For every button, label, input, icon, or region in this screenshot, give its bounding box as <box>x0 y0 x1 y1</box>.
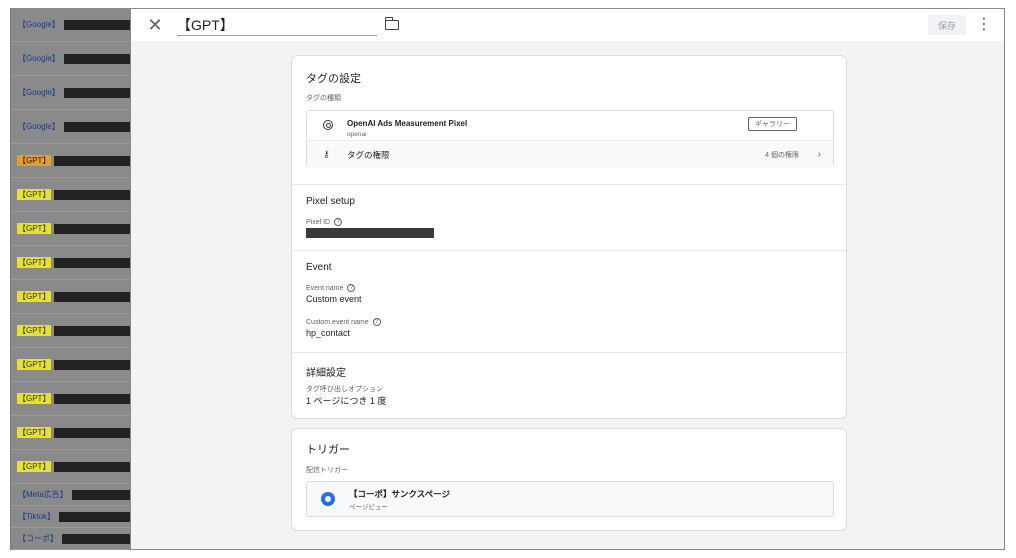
background-list-tag: 【コーポ】 <box>18 534 58 543</box>
tag-permissions-label: タグの権限 <box>347 149 390 160</box>
background-list-item: 【コーポ】 <box>11 528 130 550</box>
advanced-settings-title[interactable]: 詳細設定 <box>306 364 346 379</box>
background-list-tag: 【Google】 <box>18 88 60 97</box>
redacted-bar <box>71 489 130 500</box>
background-list-tag: 【GPT】 <box>17 291 52 302</box>
pixel-setup-title: Pixel setup <box>306 196 355 207</box>
custom-event-name-label: Custom event name? <box>306 318 381 326</box>
redacted-bar <box>54 223 130 234</box>
background-list-item: 【Google】 <box>11 8 130 42</box>
background-list-tag: 【GPT】 <box>17 427 52 438</box>
background-list-item: 【GPT】 <box>11 246 130 280</box>
background-list-item: 【GPT】 <box>11 416 130 450</box>
event-name-value[interactable]: Custom event <box>306 294 362 304</box>
tag-type-vendor: openai <box>347 130 367 138</box>
tag-type-label: タグの種類 <box>306 95 341 102</box>
background-list-item: 【GPT】 <box>11 280 130 314</box>
background-list-tag: 【GPT】 <box>17 359 52 370</box>
more-vert-icon[interactable]: ⋮ <box>976 17 992 33</box>
tag-permissions-count: 4 個の権限 <box>765 151 799 159</box>
tag-title[interactable]: 【GPT】 <box>177 15 234 35</box>
pixel-id-redacted[interactable] <box>306 228 434 238</box>
help-icon[interactable]: ? <box>372 318 381 326</box>
key-icon: ⚷ <box>323 149 330 159</box>
background-list-item: 【Google】 <box>11 76 130 110</box>
background-list-tag: 【GPT】 <box>17 189 52 200</box>
tag-type-row[interactable]: OpenAI Ads Measurement Pixel openai ギャラリ… <box>307 111 833 139</box>
event-title: Event <box>306 262 332 273</box>
background-list-item: 【GPT】 <box>11 450 130 484</box>
redacted-bar <box>54 291 130 302</box>
background-list-tag: 【GPT】 <box>17 325 52 336</box>
redacted-bar <box>59 511 130 522</box>
redacted-bar <box>54 393 130 404</box>
redacted-bar <box>54 359 130 370</box>
firing-option-label: タグ呼び出しオプション <box>306 386 383 393</box>
redacted-bar <box>54 257 130 268</box>
save-button[interactable]: 保存 <box>928 15 966 35</box>
openai-icon <box>323 120 333 130</box>
gallery-button[interactable]: ギャラリー <box>748 117 797 131</box>
background-list-tag: 【Tiktok】 <box>18 512 56 521</box>
custom-event-name-value[interactable]: hp_contact <box>306 328 350 338</box>
redacted-bar <box>63 53 130 64</box>
help-icon[interactable]: ? <box>347 284 356 292</box>
background-list-item: 【GPT】 <box>11 144 130 178</box>
close-icon[interactable]: ✕ <box>141 11 169 39</box>
divider <box>292 352 846 353</box>
background-list-tag: 【GPT】 <box>17 155 52 166</box>
background-list-tag: 【GPT】 <box>17 257 52 268</box>
background-list-item: 【GPT】 <box>11 348 130 382</box>
background-list-tag: 【Meta広告】 <box>18 490 68 499</box>
background-list-item: 【Meta広告】 <box>11 484 130 506</box>
background-list-tag: 【GPT】 <box>17 223 52 234</box>
background-list-item: 【GPT】 <box>11 314 130 348</box>
background-list-tag: 【GPT】 <box>17 393 52 404</box>
background-tag-list: 【Google】 【Google】 【Google】 【Google】 【GPT】【GP… <box>10 8 130 550</box>
redacted-bar <box>54 461 130 472</box>
folder-icon[interactable] <box>384 17 399 30</box>
tag-configuration-card[interactable]: タグの設定 タグの種類 OpenAI Ads Measurement Pixel… <box>291 55 847 419</box>
background-list-item: 【GPT】 <box>11 178 130 212</box>
redacted-bar <box>54 189 130 200</box>
background-list-item: 【GPT】 <box>11 212 130 246</box>
redacted-bar <box>63 87 130 98</box>
background-list-item: 【Tiktok】 <box>11 506 130 528</box>
tag-permissions-row[interactable]: ⚷ タグの権限 4 個の権限 › <box>307 140 833 168</box>
background-list-item: 【Google】 <box>11 110 130 144</box>
pixel-id-label: Pixel ID? <box>306 218 343 226</box>
background-list-tag: 【Google】 <box>18 20 60 29</box>
trigger-name: 【コーポ】サンクスページ <box>349 488 450 499</box>
trigger-card[interactable]: トリガー 配信トリガー 【コーポ】サンクスページ ページビュー <box>291 428 847 531</box>
firing-triggers-label: 配信トリガー <box>306 467 348 474</box>
help-icon[interactable]: ? <box>334 218 343 226</box>
redacted-bar <box>54 427 130 438</box>
redacted-bar <box>54 325 130 336</box>
tag-title-field[interactable]: 【GPT】 <box>177 14 377 36</box>
tag-type-box[interactable]: OpenAI Ads Measurement Pixel openai ギャラリ… <box>306 110 834 168</box>
background-list-item: 【GPT】 <box>11 382 130 416</box>
trigger-title: トリガー <box>306 444 350 456</box>
background-list-tag: 【GPT】 <box>17 461 52 472</box>
background-list-item: 【Google】 <box>11 42 130 76</box>
divider <box>292 250 846 251</box>
event-name-label: Event name? <box>306 284 356 292</box>
chevron-right-icon[interactable]: › <box>818 149 821 160</box>
background-list-tag: 【Google】 <box>18 122 60 131</box>
tag-editor-panel: ✕ 【GPT】 保存 ⋮ タグの設定 タグの種類 OpenAI Ads Meas… <box>130 8 1005 550</box>
trigger-item[interactable]: 【コーポ】サンクスページ ページビュー <box>306 481 834 517</box>
editor-topbar: ✕ 【GPT】 保存 ⋮ <box>131 9 1004 41</box>
redacted-bar <box>63 121 130 132</box>
tag-type-name: OpenAI Ads Measurement Pixel <box>347 118 468 128</box>
redacted-bar <box>63 19 130 30</box>
background-list-tag: 【Google】 <box>18 54 60 63</box>
trigger-type: ページビュー <box>349 503 388 511</box>
redacted-bar <box>54 155 130 166</box>
pageview-icon <box>321 492 335 506</box>
firing-option-value[interactable]: 1 ページにつき 1 度 <box>306 394 386 407</box>
redacted-bar <box>62 533 130 544</box>
tag-config-title: タグの設定 <box>306 73 361 85</box>
divider <box>292 184 846 185</box>
